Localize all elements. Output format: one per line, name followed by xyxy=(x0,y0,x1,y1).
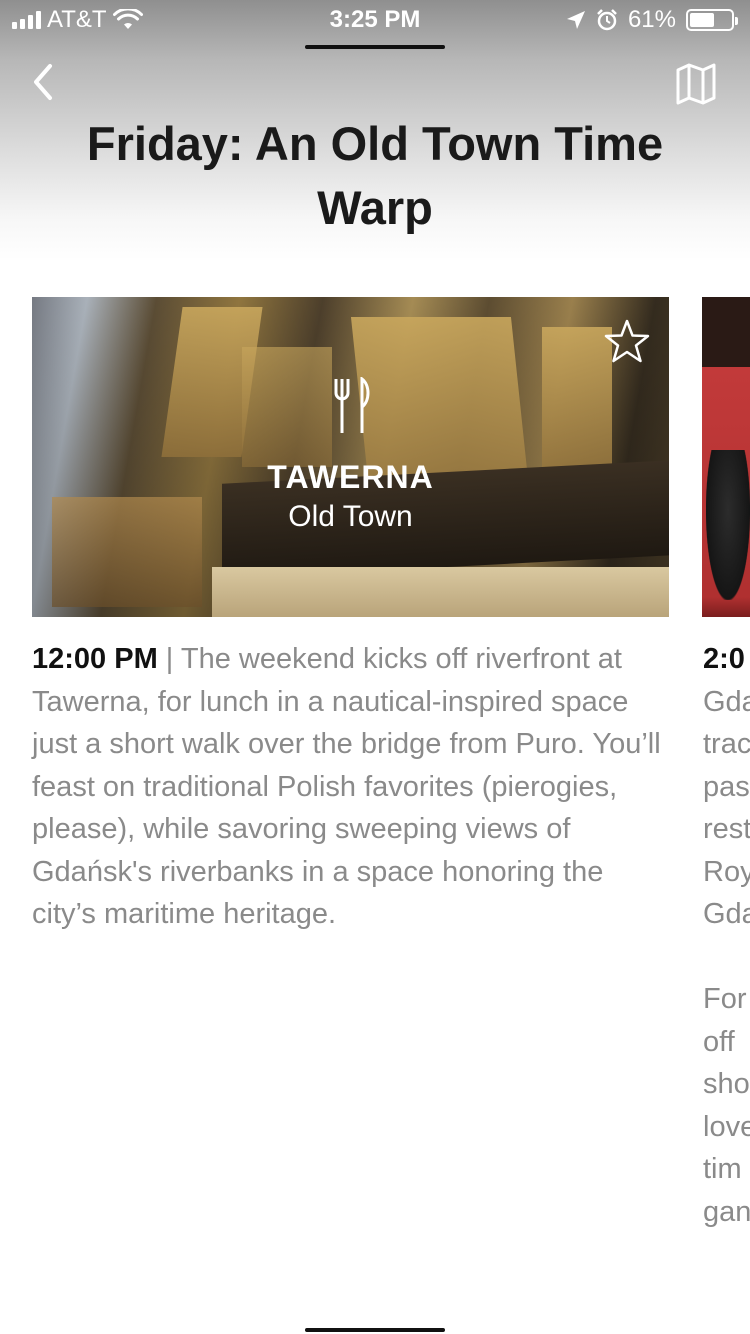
map-icon xyxy=(676,63,716,105)
venue-time: 12:00 PM xyxy=(32,643,158,675)
status-bar: AT&T 3:25 PM 61% xyxy=(0,0,750,40)
battery-percent: 61% xyxy=(627,6,676,33)
fork-knife-icon xyxy=(334,377,370,433)
status-right: 61% xyxy=(566,6,738,34)
chevron-left-icon xyxy=(34,64,52,100)
page-title: Friday: An Old Town Time Warp xyxy=(86,117,664,234)
next-card-description-text: Gda trac pas rest Roy Gda For off sho lo… xyxy=(703,685,750,1228)
star-outline-icon xyxy=(604,319,650,363)
back-button[interactable] xyxy=(22,60,66,104)
location-arrow-icon xyxy=(566,11,585,29)
home-indicator xyxy=(305,1328,445,1332)
time-separator: | xyxy=(165,643,174,675)
next-card-figure xyxy=(706,450,750,600)
venue-name: TAWERNA xyxy=(267,459,434,495)
map-button[interactable] xyxy=(672,60,720,108)
venue-description: 12:00 PM | The weekend kicks off riverfr… xyxy=(32,638,672,936)
venue-description-text: The weekend kicks off riverfront at Tawe… xyxy=(32,643,661,930)
favorite-button[interactable] xyxy=(602,317,652,367)
venue-area: Old Town xyxy=(288,500,413,533)
battery-icon xyxy=(686,9,738,31)
venue-card-image[interactable]: TAWERNA Old Town xyxy=(32,297,669,617)
next-card-time: 2:0 xyxy=(703,643,745,675)
page-indicator-top xyxy=(305,45,445,49)
alarm-icon xyxy=(597,9,617,31)
next-card-description: 2:0 Gda trac pas rest Roy Gda For off sh… xyxy=(703,638,750,1233)
